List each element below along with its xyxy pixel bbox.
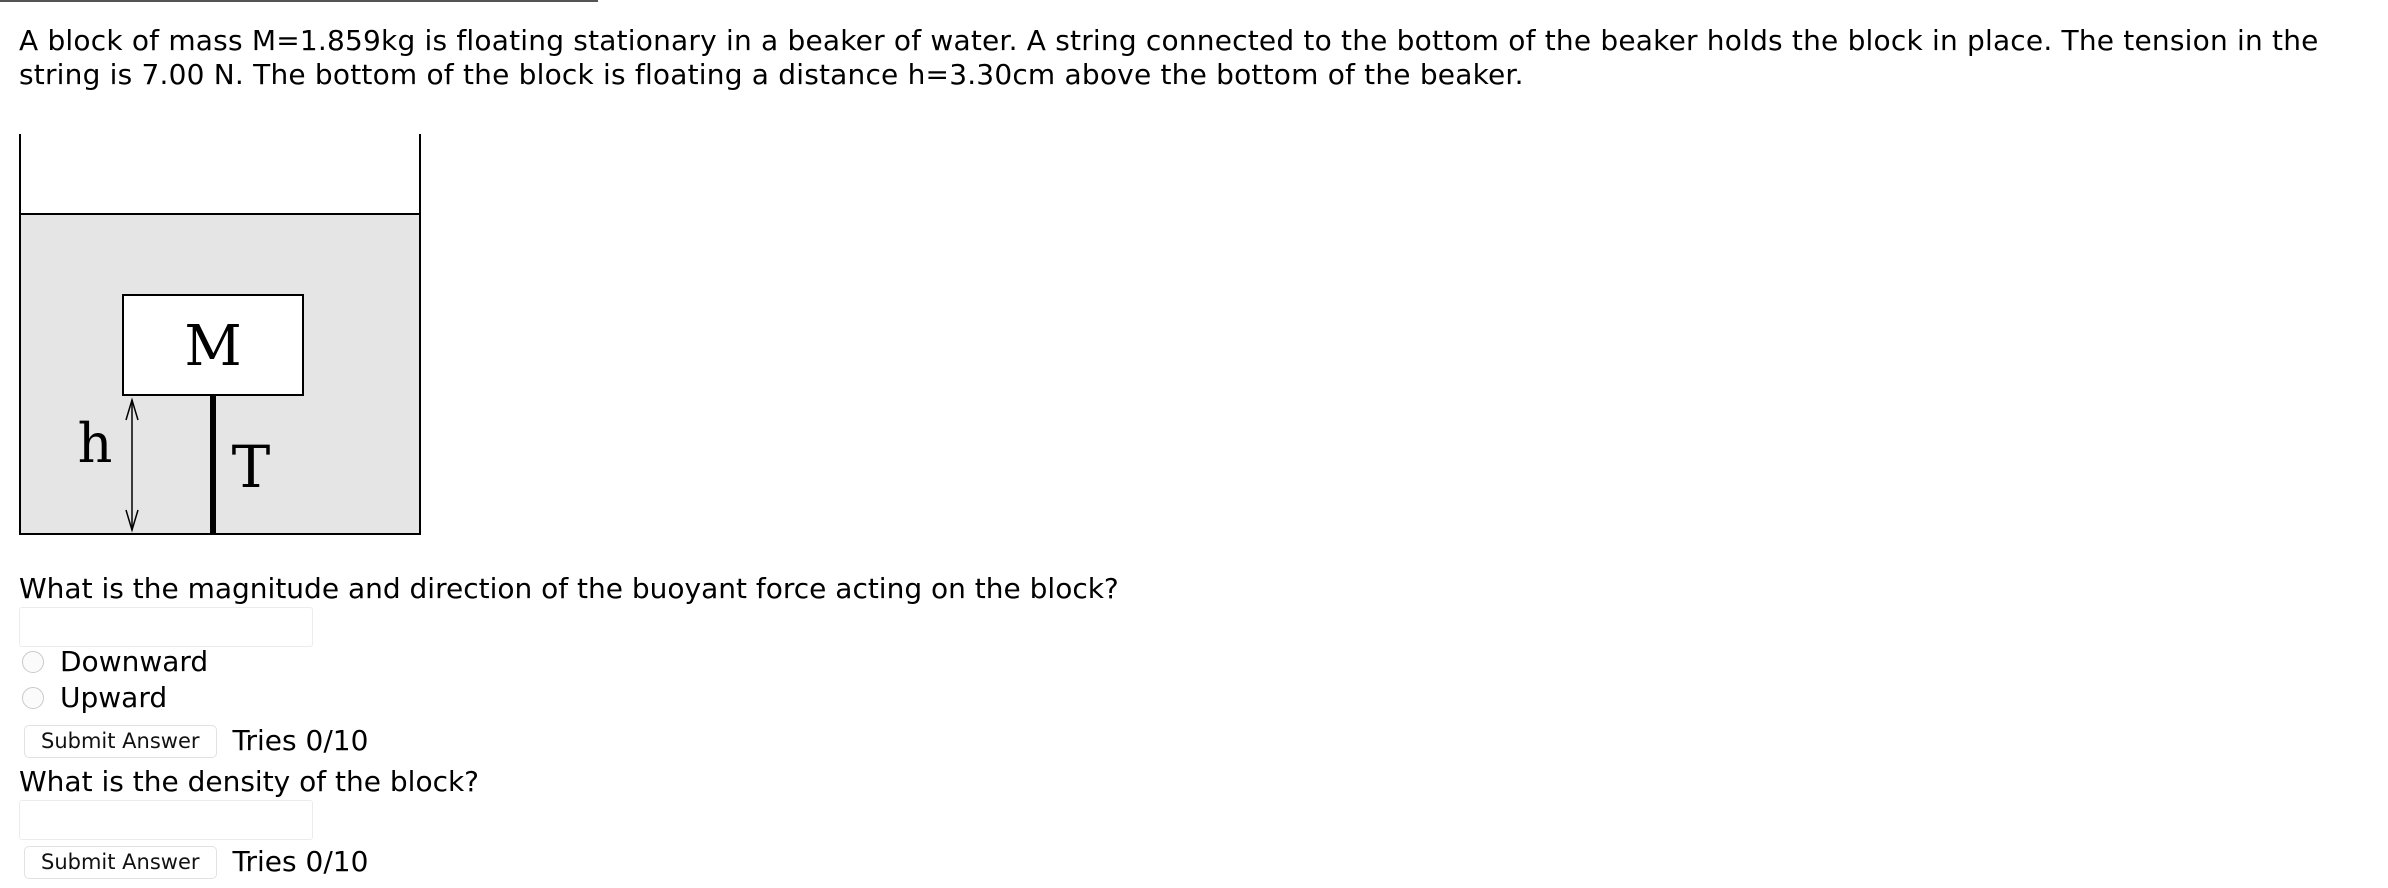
submit-answer-button-2[interactable]: Submit Answer	[24, 845, 217, 879]
option-downward[interactable]: Downward	[22, 645, 208, 679]
question-2-submit-row: Submit Answer Tries 0/10	[24, 845, 368, 879]
beaker-diagram: M T h	[19, 134, 421, 535]
density-input[interactable]	[19, 800, 313, 840]
tension-label: T	[232, 433, 271, 501]
buoyant-force-input[interactable]	[19, 607, 313, 647]
top-divider	[0, 0, 598, 2]
downward-radio[interactable]	[22, 651, 44, 673]
question-1-submit-row: Submit Answer Tries 0/10	[24, 724, 368, 758]
upward-radio[interactable]	[22, 687, 44, 709]
homework-page: A block of mass M=1.859kg is floating st…	[0, 0, 2388, 888]
height-label: h	[78, 412, 113, 475]
tries-counter-1: Tries 0/10	[232, 724, 369, 757]
tries-counter-2: Tries 0/10	[232, 845, 369, 878]
block-label: M	[184, 314, 241, 379]
downward-label: Downward	[60, 645, 209, 678]
submit-answer-button-1[interactable]: Submit Answer	[24, 724, 217, 758]
upward-label: Upward	[60, 681, 168, 714]
problem-statement: A block of mass M=1.859kg is floating st…	[19, 24, 2319, 91]
question-2-prompt: What is the density of the block?	[19, 765, 480, 798]
question-1-prompt: What is the magnitude and direction of t…	[19, 572, 1119, 605]
option-upward[interactable]: Upward	[22, 681, 167, 715]
